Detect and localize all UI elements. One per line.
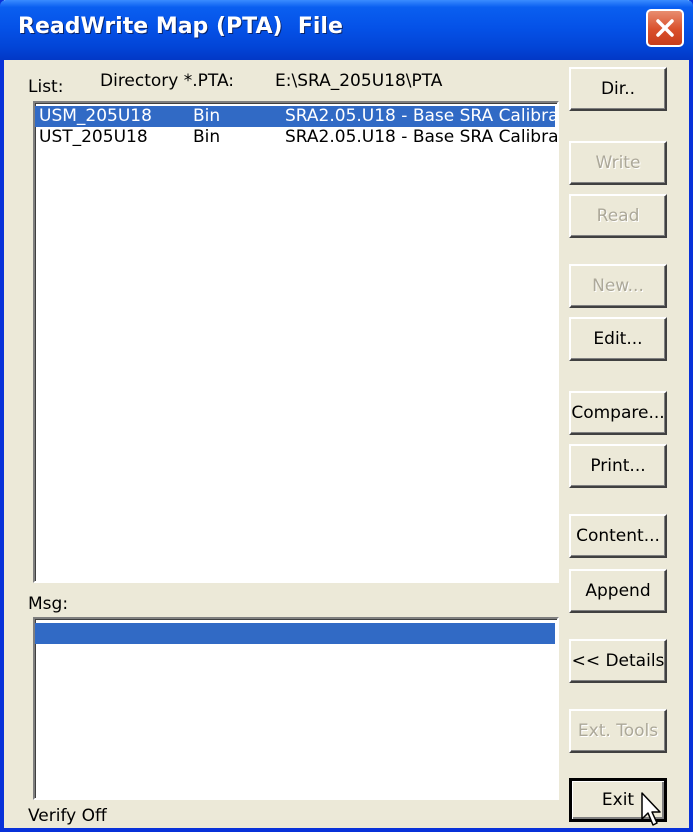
dir-button[interactable]: Dir.. (569, 67, 667, 111)
message-selected-row[interactable] (35, 623, 555, 644)
directory-label: Directory *.PTA: (100, 71, 235, 91)
list-item-name: USM_205U18 (39, 106, 152, 126)
list-item[interactable]: UST_205U18 Bin SRA2.05.U18 - Base SRA Ca… (35, 127, 557, 148)
list-item-type: Bin (193, 106, 221, 126)
read-button[interactable]: Read (569, 194, 667, 238)
compare-button[interactable]: Compare... (569, 391, 667, 435)
list-item-description: SRA2.05.U18 - Base SRA Calibra (285, 127, 559, 147)
new-button[interactable]: New... (569, 264, 667, 308)
edit-button[interactable]: Edit... (569, 317, 667, 361)
list-item-type: Bin (193, 127, 221, 147)
list-item-name: UST_205U18 (39, 127, 148, 147)
directory-path: E:\SRA_205U18\PTA (275, 71, 443, 91)
print-button[interactable]: Print... (569, 444, 667, 488)
close-x-icon (656, 19, 674, 37)
file-list[interactable]: USM_205U18 Bin SRA2.05.U18 - Base SRA Ca… (33, 101, 559, 583)
status-text: Verify Off (28, 806, 107, 826)
list-label: List: (28, 77, 64, 97)
ext-tools-button[interactable]: Ext. Tools (569, 709, 667, 753)
msg-label: Msg: (28, 594, 69, 614)
window-title: ReadWrite Map (PTA) File (18, 14, 343, 39)
write-button[interactable]: Write (569, 141, 667, 185)
message-list[interactable] (33, 617, 559, 800)
title-bar[interactable]: ReadWrite Map (PTA) File (0, 0, 693, 60)
list-item-description: SRA2.05.U18 - Base SRA Calibra (285, 106, 559, 126)
details-button[interactable]: << Details (569, 639, 667, 683)
content-button[interactable]: Content... (569, 514, 667, 558)
list-item[interactable]: USM_205U18 Bin SRA2.05.U18 - Base SRA Ca… (35, 106, 557, 127)
arrow-cursor-icon (641, 792, 661, 826)
append-button[interactable]: Append (569, 569, 667, 613)
close-button[interactable] (646, 9, 684, 47)
